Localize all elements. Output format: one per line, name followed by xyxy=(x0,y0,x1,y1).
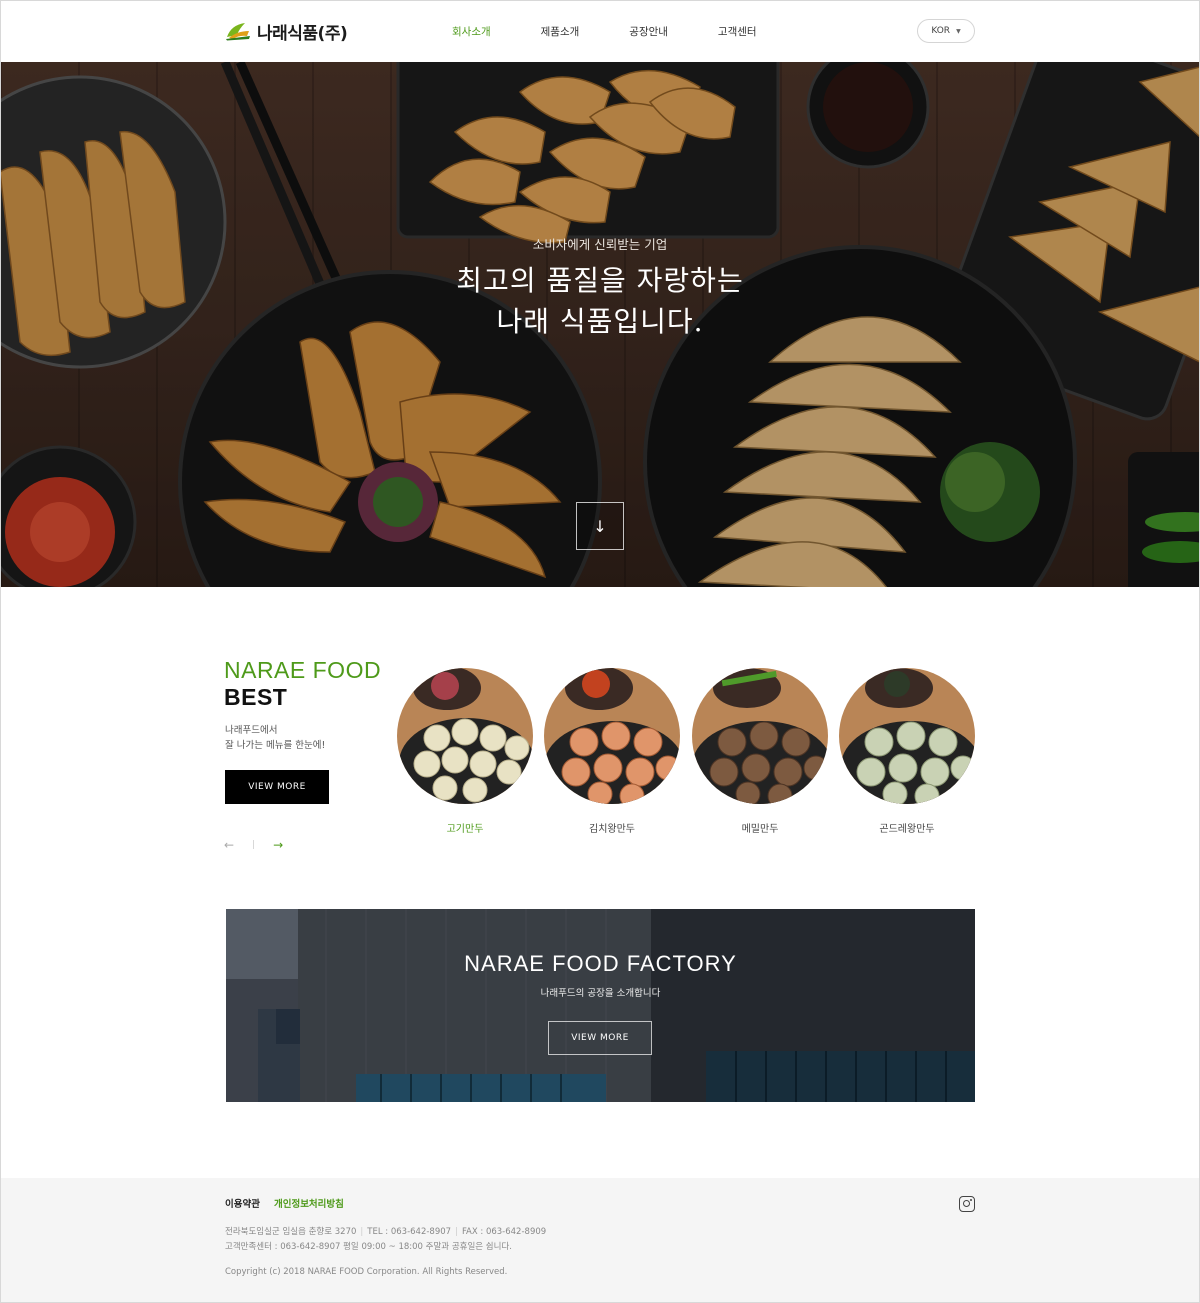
arrow-down-icon: ↓ xyxy=(593,516,607,536)
best-title-best: BEST xyxy=(224,684,288,710)
best-desc-line2: 잘 나가는 메뉴를 한눈에! xyxy=(225,740,326,751)
caret-down-icon: ▼ xyxy=(956,27,961,35)
nav-item-support[interactable]: 고객센터 xyxy=(718,24,757,39)
arrow-left-icon[interactable]: ← xyxy=(224,838,234,852)
privacy-link[interactable]: 개인정보처리방침 xyxy=(274,1196,344,1210)
hero-title-line2: 나래 식품입니다. xyxy=(496,305,704,338)
product-image xyxy=(544,668,680,804)
best-title-brand: NARAE FOOD xyxy=(224,657,382,683)
product-name: 메밀만두 xyxy=(741,824,779,835)
product-image xyxy=(397,668,533,804)
best-view-more-button[interactable]: VIEW MORE xyxy=(225,770,329,804)
product-image xyxy=(839,668,975,804)
footer-fax: FAX : 063-642-8909 xyxy=(461,1227,547,1237)
arrow-right-icon[interactable]: → xyxy=(273,838,283,852)
footer-tel: TEL : 063-642-8907 xyxy=(367,1227,452,1237)
language-value: KOR xyxy=(931,26,951,36)
instagram-icon[interactable] xyxy=(959,1196,975,1212)
factory-subtitle: 나래푸드의 공장을 소개합니다 xyxy=(540,988,661,999)
copyright: Copyright (c) 2018 NARAE FOOD Corporatio… xyxy=(225,1267,508,1277)
site-footer: 이용약관 개인정보처리방침 전라북도임실군 임실읍 춘향로 3270 | TEL :… xyxy=(0,1178,1200,1303)
product-card-kimchi[interactable]: 김치왕만두 xyxy=(544,668,680,835)
product-image xyxy=(692,668,828,804)
footer-info: 전라북도임실군 임실읍 춘향로 3270 | TEL : 063-642-8907 |… xyxy=(225,1225,546,1255)
product-card-meat[interactable]: 고기만두 xyxy=(397,668,533,835)
factory-overlay xyxy=(226,909,975,1102)
footer-contact-line: 전라북도임실군 임실읍 춘향로 3270 | TEL : 063-642-8907 |… xyxy=(225,1225,546,1240)
footer-links: 이용약관 개인정보처리방침 xyxy=(225,1196,344,1210)
slider-arrows: ← | → xyxy=(224,838,283,852)
factory-banner: NARAE FOOD FACTORY 나래푸드의 공장을 소개합니다 VIEW … xyxy=(226,909,975,1102)
divider: | xyxy=(360,1227,364,1237)
footer-address: 전라북도임실군 임실읍 춘향로 3270 xyxy=(225,1227,357,1237)
product-card-buckwheat[interactable]: 메밀만두 xyxy=(692,668,828,835)
best-description: 나래푸드에서 잘 나가는 메뉴를 한눈에! xyxy=(225,723,325,753)
brand-name: 나래식품(주) xyxy=(257,23,348,44)
product-name: 고기만두 xyxy=(446,824,484,835)
nav-item-products[interactable]: 제품소개 xyxy=(541,24,580,39)
hero-title-line1: 최고의 품질을 자랑하는 xyxy=(456,264,744,297)
hero-banner: 소비자에게 신뢰받는 기업 최고의 품질을 자랑하는 나래 식품입니다. ↓ xyxy=(0,62,1200,587)
arrow-separator: | xyxy=(252,840,256,850)
scroll-down-button[interactable]: ↓ xyxy=(576,502,624,550)
footer-service: 고객만족센터 : 063-642-8907 평일 09:00 ~ 18:00 주… xyxy=(225,1242,512,1252)
factory-title: NARAE FOOD FACTORY xyxy=(464,951,737,976)
product-name: 김치왕만두 xyxy=(589,824,635,835)
terms-link[interactable]: 이용약관 xyxy=(225,1196,260,1210)
main-nav: 회사소개 제품소개 공장안내 고객센터 xyxy=(452,24,807,39)
brand-logo[interactable]: 나래식품(주) xyxy=(225,20,348,44)
product-card-gondre[interactable]: 곤드레왕만두 xyxy=(839,668,975,835)
product-name: 곤드레왕만두 xyxy=(879,824,935,835)
leaf-logo-icon xyxy=(225,21,251,41)
nav-item-company[interactable]: 회사소개 xyxy=(452,24,491,39)
hero-title: 최고의 품질을 자랑하는 나래 식품입니다. xyxy=(0,260,1200,342)
hero-subtitle: 소비자에게 신뢰받는 기업 xyxy=(532,237,668,252)
site-header: 나래식품(주) 회사소개 제품소개 공장안내 고객센터 KOR ▼ xyxy=(0,0,1200,62)
divider: | xyxy=(455,1227,458,1237)
factory-view-more-button[interactable]: VIEW MORE xyxy=(548,1021,652,1055)
best-desc-line1: 나래푸드에서 xyxy=(225,725,278,736)
nav-item-factory[interactable]: 공장안내 xyxy=(629,24,668,39)
language-select[interactable]: KOR ▼ xyxy=(917,19,975,43)
